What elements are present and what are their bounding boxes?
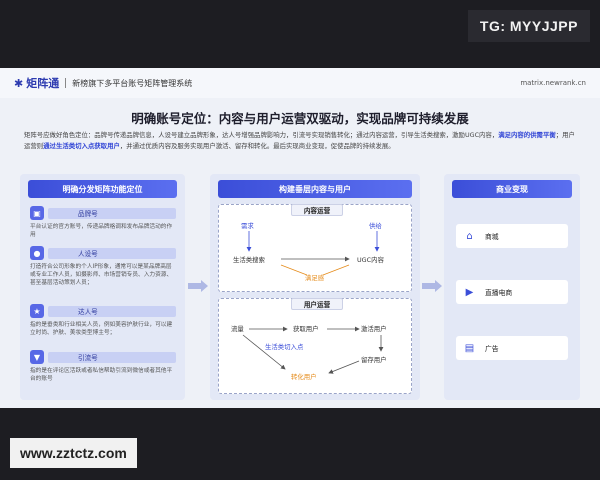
header-subtitle: 新榜旗下多平台账号矩阵管理系统 [72, 78, 193, 88]
monetization-item-store: ⌂ 商城 [456, 224, 568, 248]
monetization-label: 直播电商 [485, 289, 513, 297]
slide-title: 明确账号定位：内容与用户运营双驱动，实现品牌可持续发展 [131, 111, 469, 126]
header-divider [65, 78, 67, 88]
acquire-label: 获取用户 [293, 325, 319, 333]
ops-panel-title: 构建垂层内容与用户 [218, 180, 412, 198]
slide: ✱ 矩阵通 新榜旗下多平台账号矩阵管理系统 matrix.newrank.cn … [0, 68, 600, 408]
role-desc: 指的是在评论区活跃或者私信帮助引流到微信或者其他平台的账号 [30, 368, 173, 382]
life-search-label: 生活类搜索 [233, 256, 265, 264]
role-panel: 明确分发矩阵功能定位 ▣ 品牌号 平台认证的官方账号，传递品牌格调和发布品牌活动… [20, 174, 185, 400]
role-persona: ● 人设号 打造符合公司形象的个人IP形象，通常可以是某品牌高层或专业工作人员，… [30, 246, 176, 287]
logo-text: 矩阵通 [26, 77, 60, 90]
arrow-left-to-middle [188, 280, 208, 292]
role-name: 引流号 [48, 351, 176, 363]
ops-panel: 构建垂层内容与用户 内容运营 需求 供给 生活类搜索 UGC内容 满足感 用户运… [210, 174, 420, 400]
role-desc: 指的是垂类和行业相关人员，例如美容护肤行业，可以建立时尚、护肤、美妆类型博主号； [30, 322, 173, 336]
header-url: matrix.newrank.cn [520, 79, 586, 87]
arrow-middle-to-right [422, 280, 442, 292]
monetization-panel: 商业变现 ⌂ 商城 ▶ 直播电商 ▤ 广告 [444, 174, 580, 400]
desc-highlight-2: 通过生活类切入点获取用户 [43, 142, 120, 150]
activate-label: 激活用户 [361, 325, 387, 333]
role-influencer: ★ 达人号 指的是垂类和行业相关人员，例如美容护肤行业，可以建立时尚、护肤、美妆… [30, 304, 176, 337]
desc-part-3: ，并通过优质内容及服务实现用户激活、留存和转化。最后实现商业变现，促使品牌的持续… [119, 142, 395, 150]
monetization-label: 广告 [485, 345, 499, 353]
content-ops-box: 内容运营 需求 供给 生活类搜索 UGC内容 满足感 [218, 204, 412, 292]
badge-icon: ▣ [30, 206, 44, 220]
live-commerce-icon: ▶ [465, 286, 474, 298]
person-icon: ● [30, 246, 44, 260]
monetization-item-live: ▶ 直播电商 [456, 280, 568, 304]
role-brand: ▣ 品牌号 平台认证的官方账号，传递品牌格调和发布品牌活动的作用 [30, 206, 176, 239]
logo: ✱ 矩阵通 [14, 75, 59, 91]
store-icon: ⌂ [466, 230, 473, 242]
ad-icon: ▤ [464, 342, 475, 354]
demand-label: 需求 [241, 222, 254, 230]
logo-icon: ✱ [14, 76, 24, 90]
monetization-item-ad: ▤ 广告 [456, 336, 568, 360]
role-name: 人设号 [48, 247, 176, 259]
supply-label: 供给 [369, 222, 382, 230]
user-ops-box: 用户运营 流量 获取用户 激活用户 生活类切入点 留存用户 转化用户 [218, 298, 412, 394]
life-entry-label: 生活类切入点 [265, 343, 304, 351]
retain-label: 留存用户 [361, 356, 387, 364]
role-panel-title: 明确分发矩阵功能定位 [28, 180, 177, 198]
monetization-label: 商城 [485, 233, 499, 241]
watermark-bottom: www.zztctz.com [10, 438, 137, 468]
star-user-icon: ★ [30, 304, 44, 318]
funnel-icon: ▼ [30, 350, 44, 364]
role-desc: 平台认证的官方账号，传递品牌格调和发布品牌活动的作用 [30, 224, 173, 238]
satisfy-label: 满足感 [305, 274, 325, 282]
role-traffic: ▼ 引流号 指的是在评论区活跃或者私信帮助引流到微信或者其他平台的账号 [30, 350, 176, 383]
role-desc: 打造符合公司形象的个人IP形象，通常可以是某品牌高层或专业工作人员，如摄影师、市… [30, 264, 173, 286]
convert-label: 转化用户 [291, 373, 317, 381]
desc-highlight-1: 满足内容的供需平衡 [498, 131, 556, 139]
slide-description: 矩阵号应做好角色定位：品牌号传递品牌信息，人设号建立品牌形象，达人号增强品牌影响… [24, 130, 576, 152]
role-name: 达人号 [48, 305, 176, 317]
slide-header: ✱ 矩阵通 新榜旗下多平台账号矩阵管理系统 matrix.newrank.cn [0, 68, 600, 98]
traffic-label: 流量 [231, 325, 244, 333]
monetization-panel-title: 商业变现 [452, 180, 572, 198]
desc-part-1: 矩阵号应做好角色定位：品牌号传递品牌信息，人设号建立品牌形象，达人号增强品牌影响… [24, 131, 499, 139]
role-name: 品牌号 [48, 207, 176, 219]
ugc-label: UGC内容 [357, 256, 384, 264]
watermark-top: TG: MYYJJPP [467, 10, 590, 42]
